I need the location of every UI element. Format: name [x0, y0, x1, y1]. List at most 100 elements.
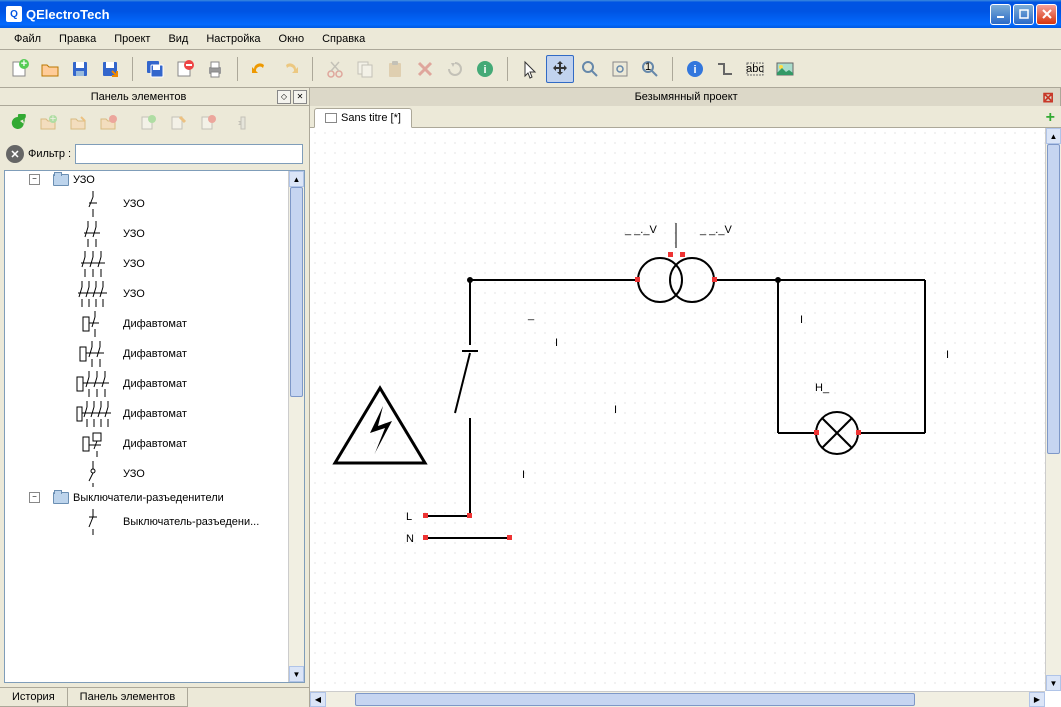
svg-text:i: i	[693, 64, 696, 76]
move-tool[interactable]	[546, 55, 574, 83]
sheet-tab-label: Sans titre [*]	[341, 112, 401, 124]
close-project-button[interactable]	[171, 55, 199, 83]
tree-item[interactable]: Дифавтомат	[5, 429, 304, 459]
tree-item[interactable]: Выключатель-разъедени...	[5, 507, 304, 537]
tree-item[interactable]: УЗО	[5, 249, 304, 279]
minimize-button[interactable]	[990, 4, 1011, 25]
canvas-scrollbar-vertical[interactable]: ▲ ▼	[1045, 128, 1061, 691]
element-icon	[75, 221, 111, 247]
panel-delete-element-button[interactable]	[194, 109, 222, 137]
undo-button[interactable]	[246, 55, 274, 83]
panel-edit-element-button[interactable]	[164, 109, 192, 137]
tree-item[interactable]: Дифавтомат	[5, 309, 304, 339]
element-icon	[75, 371, 111, 397]
panel-close-button[interactable]: ✕	[293, 90, 307, 104]
panel-reload-button[interactable]	[4, 109, 32, 137]
element-icon	[75, 401, 111, 427]
menu-project[interactable]: Проект	[106, 31, 158, 47]
delete-button[interactable]	[411, 55, 439, 83]
element-icon	[75, 341, 111, 367]
panel-import-button[interactable]	[224, 109, 252, 137]
element-icon	[75, 251, 111, 277]
project-tab[interactable]: Безымянный проект ⊠	[310, 88, 1061, 106]
element-icon	[75, 191, 111, 217]
zoom-tool[interactable]	[576, 55, 604, 83]
new-button[interactable]: +	[6, 55, 34, 83]
panel-toolbar: +	[0, 106, 309, 140]
project-tab-close-icon[interactable]: ⊠	[1042, 89, 1054, 106]
tree-label: УЗО	[123, 288, 145, 300]
menu-edit[interactable]: Правка	[51, 31, 104, 47]
print-button[interactable]	[201, 55, 229, 83]
canvas-area: Безымянный проект ⊠ Sans titre [*] +	[310, 88, 1061, 707]
rotate-button[interactable]	[441, 55, 469, 83]
tab-history[interactable]: История	[0, 688, 68, 707]
tree-scrollbar[interactable]: ▲ ▼	[288, 171, 304, 682]
save-all-button[interactable]	[141, 55, 169, 83]
cut-button[interactable]	[321, 55, 349, 83]
main-toolbar: + i 1 i abc	[0, 50, 1061, 88]
conductor-button[interactable]	[711, 55, 739, 83]
tree-item[interactable]: УЗО	[5, 279, 304, 309]
sheet-icon	[325, 113, 337, 123]
zoom-reset-button[interactable]: 1	[636, 55, 664, 83]
tree-item[interactable]: УЗО	[5, 189, 304, 219]
menu-view[interactable]: Вид	[160, 31, 196, 47]
filter-row: ✕ Фильтр :	[0, 140, 309, 168]
element-icon	[75, 509, 111, 535]
panel-float-button[interactable]: ◇	[277, 90, 291, 104]
grid-background	[310, 128, 1045, 691]
pointer-tool[interactable]	[516, 55, 544, 83]
canvas-scrollbar-horizontal[interactable]: ◀ ▶	[310, 691, 1045, 707]
folder-icon	[53, 174, 69, 186]
save-button[interactable]	[66, 55, 94, 83]
maximize-button[interactable]	[1013, 4, 1034, 25]
element-icon	[75, 461, 111, 487]
add-sheet-button[interactable]: +	[1046, 109, 1055, 127]
menu-settings[interactable]: Настройка	[198, 31, 268, 47]
open-button[interactable]	[36, 55, 64, 83]
menu-help[interactable]: Справка	[314, 31, 373, 47]
zoom-fit-button[interactable]	[606, 55, 634, 83]
project-info-button[interactable]: i	[681, 55, 709, 83]
menu-window[interactable]: Окно	[271, 31, 313, 47]
sheet-tab[interactable]: Sans titre [*]	[314, 108, 412, 128]
tree-label: Дифавтомат	[123, 378, 187, 390]
paste-button[interactable]	[381, 55, 409, 83]
schematic-canvas[interactable]: L N H_ _ _._V _ _._V _ I I I I I ▲ ▼	[310, 128, 1061, 707]
tree-item[interactable]: УЗО	[5, 219, 304, 249]
tab-elements[interactable]: Панель элементов	[67, 688, 189, 707]
tree-item[interactable]: Дифавтомат	[5, 339, 304, 369]
filter-input[interactable]	[75, 144, 303, 164]
image-button[interactable]	[771, 55, 799, 83]
tree-label: Дифавтомат	[123, 348, 187, 360]
element-icon	[75, 311, 111, 337]
menu-file[interactable]: Файл	[6, 31, 49, 47]
tree-label: Выключатели-разъеденители	[73, 492, 224, 504]
tree-folder-switches[interactable]: Выключатели-разъеденители	[5, 489, 304, 507]
close-button[interactable]	[1036, 4, 1057, 25]
tree-label: УЗО	[123, 468, 145, 480]
panel-edit-category-button[interactable]	[64, 109, 92, 137]
tree-label: Выключатель-разъедени...	[123, 516, 259, 528]
panel-delete-category-button[interactable]	[94, 109, 122, 137]
project-tabs: Безымянный проект ⊠	[310, 88, 1061, 106]
tree-item[interactable]: УЗО	[5, 459, 304, 489]
window-title: QElectroTech	[26, 7, 990, 22]
tree-label: УЗО	[123, 258, 145, 270]
redo-button[interactable]	[276, 55, 304, 83]
filter-clear-button[interactable]: ✕	[6, 145, 24, 163]
copy-button[interactable]	[351, 55, 379, 83]
info-button[interactable]: i	[471, 55, 499, 83]
tree-folder-uzo[interactable]: УЗО	[5, 171, 304, 189]
titleblock-button[interactable]: abc	[741, 55, 769, 83]
element-tree[interactable]: УЗО УЗО УЗО УЗО УЗО Дифавтомат Дифавтома…	[4, 170, 305, 683]
tree-label: УЗО	[73, 174, 95, 186]
save-as-button[interactable]	[96, 55, 124, 83]
panel-new-element-button[interactable]	[134, 109, 162, 137]
panel-new-category-button[interactable]: +	[34, 109, 62, 137]
tree-item[interactable]: Дифавтомат	[5, 369, 304, 399]
tree-item[interactable]: Дифавтомат	[5, 399, 304, 429]
svg-text:abc: abc	[746, 63, 764, 75]
tree-label: УЗО	[123, 198, 145, 210]
